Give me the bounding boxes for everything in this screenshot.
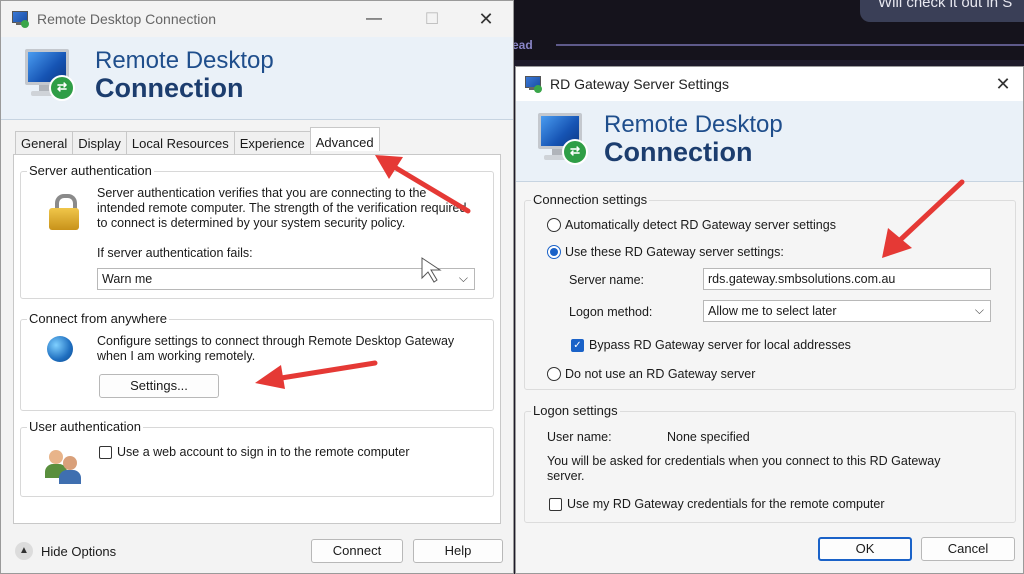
close-icon[interactable]: ✕ bbox=[463, 1, 509, 37]
logon-info-text: You will be asked for credentials when y… bbox=[547, 454, 941, 483]
radio-auto-detect[interactable] bbox=[547, 218, 561, 232]
hide-options-toggle[interactable]: ▲ Hide Options bbox=[15, 541, 116, 561]
tab-local-resources[interactable]: Local Resources bbox=[125, 131, 235, 156]
logon-method-label: Logon method: bbox=[569, 305, 653, 319]
banner-line1: Remote Desktop bbox=[95, 47, 274, 74]
gateway-banner-line2: Connection bbox=[604, 137, 753, 167]
hide-options-label: Hide Options bbox=[41, 543, 117, 559]
gateway-banner-line1: Remote Desktop bbox=[604, 111, 783, 138]
radio-use-settings-label: Use these RD Gateway server settings: bbox=[565, 245, 784, 259]
tab-experience[interactable]: Experience bbox=[233, 131, 311, 156]
tab-strip: General Display Local Resources Experien… bbox=[15, 127, 380, 156]
user-auth-group: User authentication Use a web account to… bbox=[20, 419, 494, 497]
tab-display[interactable]: Display bbox=[72, 131, 127, 156]
server-auth-title: Server authentication bbox=[27, 163, 154, 178]
radio-use-settings[interactable] bbox=[547, 245, 561, 259]
chevron-up-circle-icon: ▲ bbox=[15, 542, 33, 560]
read-label: ead bbox=[512, 38, 533, 52]
help-button[interactable]: Help bbox=[413, 539, 503, 563]
ok-button[interactable]: OK bbox=[818, 537, 912, 561]
fail-action-value: Warn me bbox=[102, 272, 153, 286]
cancel-button[interactable]: Cancel bbox=[921, 537, 1015, 561]
fail-label: If server authentication fails: bbox=[97, 246, 253, 260]
bypass-local-checkbox[interactable]: ✓ bbox=[571, 339, 584, 352]
bypass-local-label: Bypass RD Gateway server for local addre… bbox=[589, 338, 851, 352]
server-name-label: Server name: bbox=[569, 273, 645, 287]
banner-line2: Connection bbox=[95, 73, 244, 103]
gateway-dialog-title: RD Gateway Server Settings bbox=[550, 76, 729, 92]
radio-no-gateway[interactable] bbox=[547, 367, 561, 381]
annotation-arrow-server-name bbox=[882, 179, 965, 258]
web-account-checkbox[interactable] bbox=[99, 446, 112, 459]
user-name-label: User name: bbox=[547, 430, 612, 444]
use-gateway-creds-checkbox[interactable] bbox=[549, 498, 562, 511]
rd-gateway-dialog: RD Gateway Server Settings ✕ ⇄ Remote De… bbox=[515, 66, 1024, 574]
main-titlebar: Remote Desktop Connection — ☐ ✕ bbox=[1, 1, 513, 37]
users-icon bbox=[45, 448, 85, 484]
chevron-down-icon: ⌵ bbox=[974, 303, 984, 317]
tab-general[interactable]: General bbox=[15, 131, 74, 156]
main-banner: ⇄ Remote Desktop Connection bbox=[1, 37, 513, 120]
minimize-icon[interactable]: — bbox=[351, 1, 397, 37]
logon-method-value: Allow me to select later bbox=[708, 304, 837, 318]
connection-settings-title: Connection settings bbox=[531, 192, 650, 207]
chevron-down-icon: ⌵ bbox=[458, 271, 468, 285]
annotation-arrow-settings bbox=[255, 360, 378, 389]
use-gateway-creds-label: Use my RD Gateway credentials for the re… bbox=[567, 497, 885, 511]
main-window-title: Remote Desktop Connection bbox=[37, 11, 216, 27]
radio-no-gateway-label: Do not use an RD Gateway server bbox=[565, 367, 756, 381]
gateway-banner: ⇄ Remote Desktop Connection bbox=[516, 101, 1023, 182]
divider-line bbox=[556, 44, 1024, 46]
connect-button[interactable]: Connect bbox=[311, 539, 403, 563]
radio-auto-detect-label: Automatically detect RD Gateway server s… bbox=[565, 218, 836, 232]
chat-bubble: Will check it out in S bbox=[860, 0, 1024, 22]
maximize-icon[interactable]: ☐ bbox=[409, 1, 455, 37]
connect-anywhere-title: Connect from anywhere bbox=[27, 311, 170, 326]
settings-button[interactable]: Settings... bbox=[99, 374, 219, 398]
close-icon[interactable]: ✕ bbox=[980, 67, 1024, 101]
mouse-cursor-icon bbox=[421, 257, 442, 283]
annotation-arrow-advanced bbox=[375, 155, 471, 214]
remote-desktop-icon bbox=[11, 10, 29, 28]
user-name-value: None specified bbox=[667, 430, 750, 444]
web-account-label: Use a web account to sign in to the remo… bbox=[117, 445, 410, 459]
gateway-globe-icon bbox=[47, 336, 73, 362]
gateway-titlebar: RD Gateway Server Settings ✕ bbox=[516, 67, 1023, 101]
remote-desktop-icon bbox=[524, 75, 542, 93]
logon-settings-group: Logon settings User name: None specified… bbox=[524, 403, 1016, 523]
user-auth-title: User authentication bbox=[27, 419, 144, 434]
rdc-main-window: Remote Desktop Connection — ☐ ✕ ⇄ Remote… bbox=[0, 0, 514, 574]
logon-settings-title: Logon settings bbox=[531, 403, 620, 418]
logon-method-dropdown[interactable]: Allow me to select later ⌵ bbox=[703, 300, 991, 322]
